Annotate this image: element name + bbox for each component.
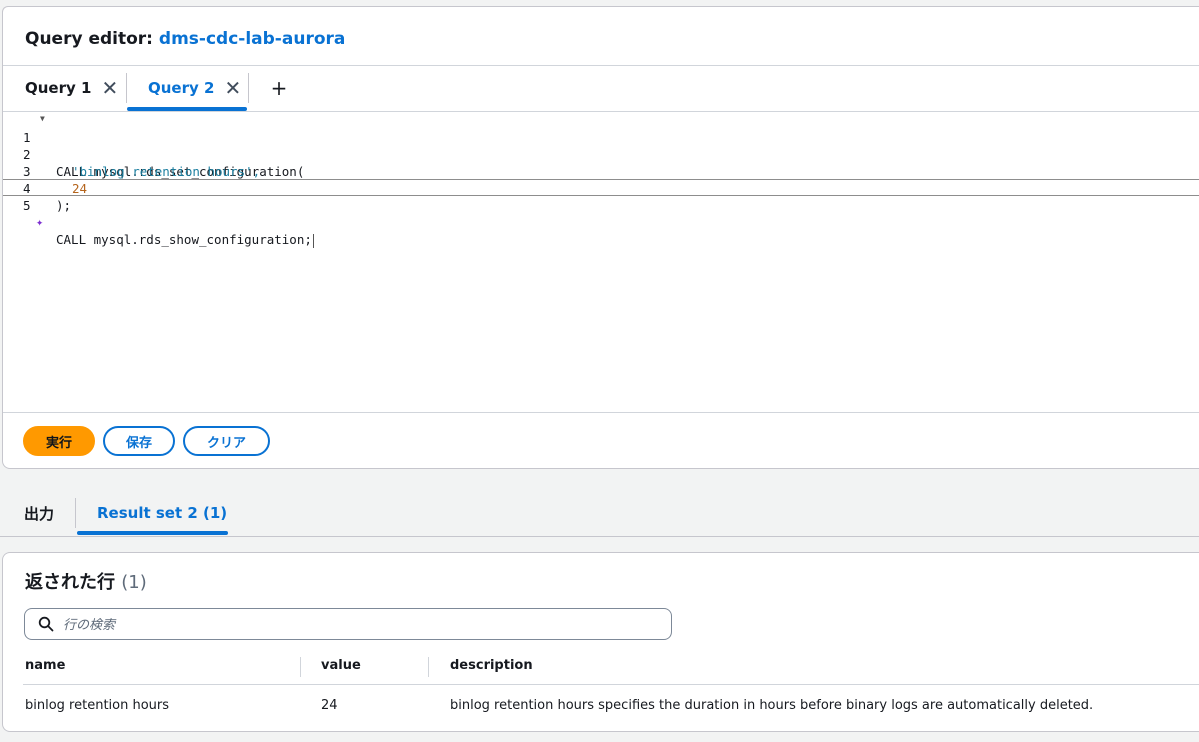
divider	[3, 412, 1199, 413]
tab-separator	[126, 73, 127, 103]
search-icon	[38, 616, 54, 632]
results-panel: 返された行 (1) name value description binlog …	[2, 552, 1199, 732]
run-button[interactable]: 実行	[23, 426, 95, 456]
action-buttons: 実行 保存 クリア	[23, 426, 270, 456]
close-icon[interactable]: ✕	[224, 78, 241, 98]
query-editor-panel: Query editor: dms-cdc-lab-aurora Query 1…	[2, 6, 1199, 469]
tab-separator	[248, 73, 249, 103]
tab-label: Query 2	[148, 79, 215, 97]
code-line: 4 );	[3, 163, 1199, 213]
text-cursor	[312, 233, 314, 248]
close-icon[interactable]: ✕	[101, 78, 118, 98]
page-title: Query editor: dms-cdc-lab-aurora	[25, 29, 345, 49]
tab-separator	[75, 498, 76, 528]
code-editor[interactable]: 1 ▼ CALL mysql.rds_set_configuration( 2 …	[3, 112, 1199, 413]
column-header-value[interactable]: value	[321, 658, 361, 673]
divider	[0, 536, 1199, 537]
title-label: Query editor:	[25, 29, 153, 49]
active-tab-indicator	[77, 531, 228, 535]
fold-icon[interactable]: ▼	[40, 110, 45, 127]
search-input[interactable]	[61, 609, 665, 641]
column-header-description[interactable]: description	[450, 658, 533, 673]
code-line-current: 5 ✦ CALL mysql.rds_show_configuration;	[3, 179, 1199, 248]
clear-button[interactable]: クリア	[183, 426, 270, 456]
cell-value: 24	[321, 698, 338, 713]
table-divider	[23, 684, 1199, 685]
column-resizer[interactable]	[428, 657, 429, 677]
column-header-name[interactable]: name	[25, 658, 65, 673]
line-number: 5	[23, 198, 31, 213]
tab-label: Query 1	[25, 79, 92, 97]
tab-output[interactable]: 出力	[24, 488, 54, 538]
database-name: dms-cdc-lab-aurora	[158, 29, 346, 49]
code-line: 2 'binlog retention hours',	[3, 129, 1199, 179]
code-text: );	[56, 198, 72, 213]
save-button[interactable]: 保存	[103, 426, 175, 456]
tab-query-2[interactable]: Query 2 ✕	[148, 65, 241, 111]
code-line: 3 24	[3, 146, 1199, 196]
results-title: 返された行 (1)	[25, 568, 147, 594]
results-title-text: 返された行	[25, 572, 115, 593]
code-text: CALL mysql.rds_show_configuration;	[56, 232, 312, 247]
column-resizer[interactable]	[300, 657, 301, 677]
cell-description: binlog retention hours specifies the dur…	[450, 698, 1094, 713]
cell-name: binlog retention hours	[25, 698, 170, 713]
tab-query-1[interactable]: Query 1 ✕	[25, 65, 118, 111]
results-count: (1)	[121, 572, 147, 593]
add-tab-button[interactable]: +	[265, 73, 293, 103]
search-box[interactable]	[24, 608, 672, 641]
code-line: 1 ▼ CALL mysql.rds_set_configuration(	[3, 110, 1199, 179]
sparkle-icon[interactable]: ✦	[36, 214, 43, 231]
